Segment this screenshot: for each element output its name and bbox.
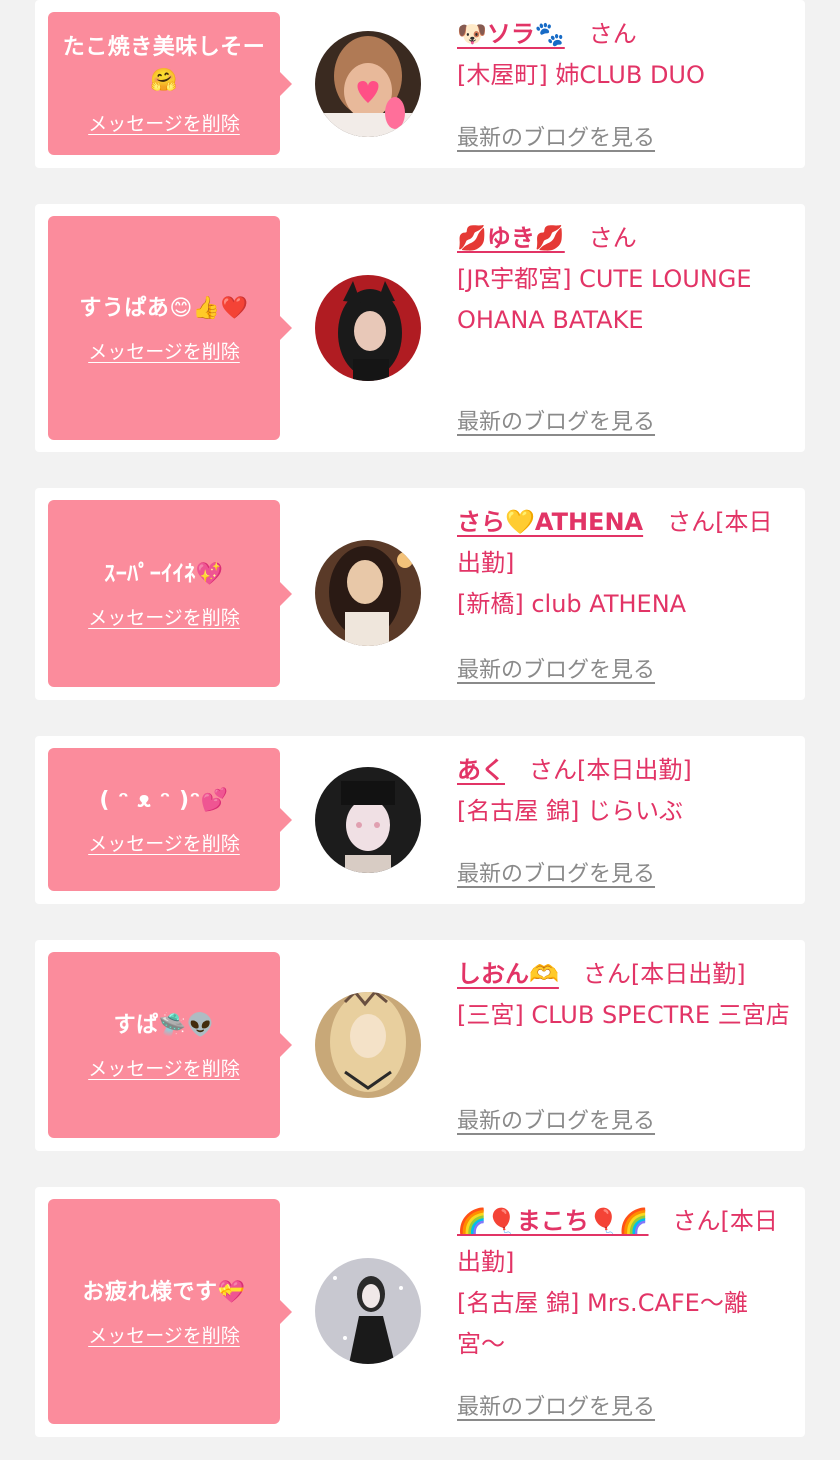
message-card: すうぱあ😊👍❤️ メッセージを削除 💋ゆき💋 さん [JR宇都宮] CUTE LO… [35,204,805,452]
message-text: ( ᵔ ᴥ ᵔ )ᵔ💕 [99,787,229,813]
shop-text: [名古屋 錦] じらいぶ [457,797,683,825]
message-card: ｽｰﾊﾟｰｲｲﾈ💖 メッセージを削除 さら💛ATHENA さん[本日出勤] [新橋… [35,488,805,700]
avatar[interactable] [315,275,421,381]
delete-message-link[interactable]: メッセージを削除 [88,603,240,630]
latest-blog-link[interactable]: 最新のブログを見る [457,652,655,684]
avatar[interactable] [315,540,421,646]
message-card: ( ᵔ ᴥ ᵔ )ᵔ💕 メッセージを削除 あく さん[本日出勤] [名古屋 錦] … [35,736,805,904]
latest-blog-link[interactable]: 最新のブログを見る [457,404,655,436]
avatar[interactable] [315,31,421,137]
cast-info: 💋ゆき💋 さん [JR宇都宮] CUTE LOUNGE OHANA BATAKE [457,218,791,341]
delete-message-link[interactable]: メッセージを削除 [88,1321,240,1348]
cast-name-link[interactable]: 🌈🎈まこち🎈🌈 [457,1207,649,1235]
delete-message-link[interactable]: メッセージを削除 [88,337,240,364]
message-text: お疲れ様です💝 [82,1279,246,1305]
message-text: すぱ🛸👽 [113,1013,215,1038]
cast-info: あく さん[本日出勤] [名古屋 錦] じらいぶ [457,750,791,832]
latest-blog-link[interactable]: 最新のブログを見る [457,1389,655,1421]
san-suffix: さん [588,20,637,48]
message-text: たこ焼き美味しそー🤗 [62,35,266,93]
message-bubble: すうぱあ😊👍❤️ メッセージを削除 [48,216,292,440]
avatar[interactable] [315,767,421,873]
cast-info: さら💛ATHENA さん[本日出勤] [新橋] club ATHENA [457,502,791,625]
san-suffix: さん [667,508,716,536]
cast-name-link[interactable]: さら💛ATHENA [457,508,643,536]
san-suffix: さん [582,960,631,988]
message-bubble: お疲れ様です💝 メッセージを削除 [48,1199,292,1424]
latest-blog-link[interactable]: 最新のブログを見る [457,856,655,888]
cast-info: 🐶ソラ🐾 さん [木屋町] 姉CLUB DUO [457,14,791,96]
status-text: [本日出勤] [577,756,692,784]
cast-info: 🌈🎈まこち🎈🌈 さん[本日出勤] [名古屋 錦] Mrs.CAFE〜離宮〜 [457,1201,791,1365]
cast-name-link[interactable]: 💋ゆき💋 [457,224,565,252]
message-card: たこ焼き美味しそー🤗 メッセージを削除 🐶ソラ🐾 さん [木屋町] 姉CLUB D… [35,0,805,168]
cast-name-link[interactable]: あく [457,756,505,784]
shop-text: [三宮] CLUB SPECTRE 三宮店 [457,1001,790,1029]
shop-text: [JR宇都宮] CUTE LOUNGE OHANA BATAKE [457,265,752,334]
shop-text: [名古屋 錦] Mrs.CAFE〜離宮〜 [457,1289,748,1358]
message-bubble: ( ᵔ ᴥ ᵔ )ᵔ💕 メッセージを削除 [48,748,292,891]
message-bubble: たこ焼き美味しそー🤗 メッセージを削除 [48,12,292,155]
san-suffix: さん [672,1207,721,1235]
message-bubble: すぱ🛸👽 メッセージを削除 [48,952,292,1138]
cast-name-link[interactable]: しおん🫶 [457,960,559,988]
cast-info: しおん🫶 さん[本日出勤] [三宮] CLUB SPECTRE 三宮店 [457,954,791,1036]
latest-blog-link[interactable]: 最新のブログを見る [457,1103,655,1135]
san-suffix: さん [588,224,637,252]
avatar[interactable] [315,992,421,1098]
latest-blog-link[interactable]: 最新のブログを見る [457,120,655,152]
message-text: すうぱあ😊👍❤️ [79,296,249,321]
cast-name-link[interactable]: 🐶ソラ🐾 [457,20,565,48]
delete-message-link[interactable]: メッセージを削除 [88,1054,240,1081]
status-text: [本日出勤] [630,960,746,988]
delete-message-link[interactable]: メッセージを削除 [88,829,240,856]
message-card: すぱ🛸👽 メッセージを削除 しおん🫶 さん[本日出勤] [三宮] CLUB SPE… [35,940,805,1151]
message-bubble: ｽｰﾊﾟｰｲｲﾈ💖 メッセージを削除 [48,500,292,687]
shop-text: [木屋町] 姉CLUB DUO [457,61,705,89]
message-card: お疲れ様です💝 メッセージを削除 🌈🎈まこち🎈🌈 さん[本日出勤] [名古屋 錦]… [35,1187,805,1437]
shop-text: [新橋] club ATHENA [457,590,687,618]
delete-message-link[interactable]: メッセージを削除 [88,109,240,136]
avatar[interactable] [315,1258,421,1364]
san-suffix: さん [529,756,577,784]
message-text: ｽｰﾊﾟｰｲｲﾈ💖 [104,561,224,587]
